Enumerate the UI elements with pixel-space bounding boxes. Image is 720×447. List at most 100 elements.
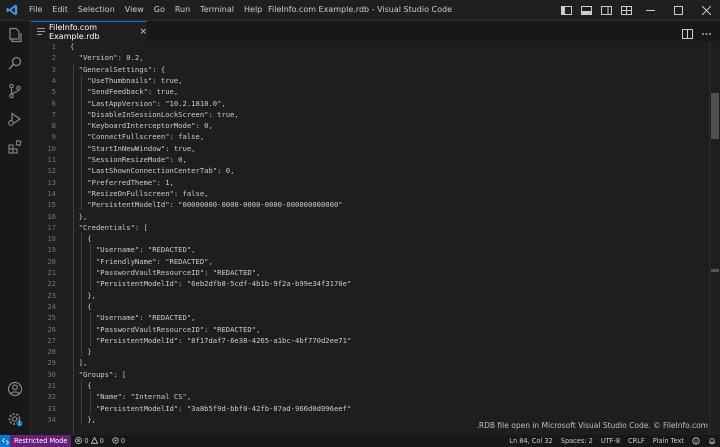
toggle-panel-icon[interactable]: [579, 3, 593, 17]
menu-selection[interactable]: Selection: [73, 0, 120, 20]
tab-fileinfo-example-rdb[interactable]: FileInfo.com Example.rdb ×: [31, 21, 147, 41]
code-line: 24 {: [31, 301, 91, 312]
menu-run[interactable]: Run: [170, 0, 195, 20]
activity-bar: 1: [0, 21, 31, 435]
tab-label: FileInfo.com Example.rdb: [49, 22, 100, 41]
line-number: 13: [47, 177, 56, 187]
error-icon: [75, 436, 83, 446]
code-line: 27 "PersistentModelId": "8f17daf7-6e38-4…: [31, 335, 351, 346]
line-text: "ResizeOnFullscreen": false,: [70, 188, 209, 198]
cursor-position[interactable]: Ln 84, Col 32: [505, 437, 557, 445]
minimize-icon[interactable]: [636, 0, 664, 20]
code-line: 4 "UseThumbnails": true,: [31, 75, 183, 86]
line-number: 24: [47, 301, 56, 311]
text-file-icon: [37, 27, 45, 38]
line-text: "Credentials": [: [70, 222, 148, 232]
encoding-setting[interactable]: UTF-8: [597, 437, 624, 445]
menu-terminal[interactable]: Terminal: [195, 0, 239, 20]
line-text: "Username": "REDACTED",: [70, 313, 196, 323]
notifications-bell-icon[interactable]: [704, 437, 720, 445]
ports-icon: [112, 436, 119, 446]
line-text: "PasswordVaultResourceID": "REDACTED",: [70, 268, 261, 277]
line-number: 18: [47, 234, 56, 244]
line-number: 20: [47, 256, 56, 266]
ports-indicator[interactable]: 0: [108, 436, 129, 446]
line-text: "ConnectFullscreen": false,: [70, 132, 205, 142]
indentation-setting[interactable]: Spaces: 2: [557, 437, 597, 445]
feedback-icon[interactable]: [688, 437, 704, 445]
line-text: "PasswordVaultResourceID": "REDACTED",: [70, 324, 261, 334]
menu-view[interactable]: View: [120, 0, 149, 20]
maximize-icon[interactable]: [664, 0, 692, 20]
manage-gear-icon[interactable]: 1: [0, 405, 30, 433]
line-text: "SessionResizeMode": 0,: [70, 155, 187, 164]
toggle-primary-sidebar-icon[interactable]: [559, 3, 573, 17]
language-mode[interactable]: Plain Text: [649, 437, 688, 445]
code-line: 7 "DisableInSessionLockScreen": true,: [31, 109, 239, 120]
menu-go[interactable]: Go: [149, 0, 170, 20]
error-count: 0: [84, 437, 89, 445]
line-number: 2: [51, 53, 56, 63]
tab-close-icon[interactable]: ×: [139, 27, 147, 37]
line-number: 29: [47, 358, 56, 368]
scrollbar-thumb[interactable]: [711, 93, 719, 139]
line-number: 30: [47, 369, 56, 379]
problems-indicator[interactable]: 0 0: [71, 436, 107, 446]
line-text: {: [70, 42, 75, 51]
code-line: 9 "ConnectFullscreen": false,: [31, 131, 204, 142]
line-text: "Username": "REDACTED",: [70, 245, 196, 255]
line-number: 34: [47, 414, 56, 424]
customize-layout-icon[interactable]: [619, 3, 633, 17]
vscode-logo-icon: [6, 4, 18, 16]
code-line: 14 "ResizeOnFullscreen": false,: [31, 188, 208, 199]
run-debug-icon[interactable]: [0, 105, 30, 133]
line-number: 33: [47, 403, 56, 413]
indent-guide: [81, 74, 83, 211]
code-line: 15 "PersistentModelId": "00000000-0000-0…: [31, 199, 342, 210]
line-number: 19: [47, 245, 56, 255]
close-window-icon[interactable]: [692, 0, 720, 20]
menu-file[interactable]: File: [24, 0, 47, 20]
line-number: 11: [47, 155, 56, 164]
menu-help[interactable]: Help: [239, 0, 267, 20]
watermark-caption: .RDB file open in Microsoft Visual Studi…: [476, 421, 708, 430]
code-line: 25 "Username": "REDACTED",: [31, 312, 195, 323]
menu-bar: File Edit Selection View Go Run Terminal…: [24, 0, 267, 20]
code-line: 21 "PasswordVaultResourceID": "REDACTED"…: [31, 267, 260, 278]
line-number: 17: [47, 222, 56, 232]
line-number: 1: [51, 42, 56, 51]
menu-edit[interactable]: Edit: [47, 0, 73, 20]
line-number: 12: [47, 166, 56, 176]
account-icon[interactable]: [0, 375, 30, 403]
ports-count: 0: [120, 437, 126, 445]
restricted-mode-indicator[interactable]: Restricted Mode: [10, 435, 72, 447]
code-editor[interactable]: 1{2 "Version": 0.2, 3 "GeneralSettings": …: [31, 41, 720, 435]
line-text: "DisableInSessionLockScreen": true,: [70, 109, 239, 119]
line-text: "Name": "Internal CS",: [70, 392, 192, 402]
code-line: 28 }: [31, 346, 91, 357]
line-number: 26: [47, 324, 56, 334]
code-line: 12 "LastShownConnectionCenterTab": 0,: [31, 165, 234, 176]
line-number: 22: [47, 279, 56, 289]
code-line: 6 "LastAppVersion": "10.2.1810.0",: [31, 98, 226, 109]
code-line: 23 },: [31, 290, 96, 301]
remote-indicator-icon[interactable]: [0, 435, 10, 447]
toggle-secondary-sidebar-icon[interactable]: [599, 3, 613, 17]
line-number: 6: [51, 98, 56, 108]
source-control-icon[interactable]: [0, 77, 30, 105]
extensions-icon[interactable]: [0, 133, 30, 161]
line-number: 15: [47, 200, 56, 210]
warning-icon: [90, 436, 98, 446]
line-text: "PersistentModelId": "6eb2dfb8-5cdf-4b1b…: [70, 279, 352, 289]
code-line: 1{: [31, 41, 75, 52]
eol-setting[interactable]: CRLF: [624, 437, 649, 445]
line-text: "UseThumbnails": true,: [70, 75, 183, 85]
search-icon[interactable]: [0, 49, 30, 77]
line-number: 8: [51, 121, 56, 131]
line-number: 10: [47, 143, 56, 153]
code-line: 3 "GeneralSettings": {: [31, 64, 166, 75]
line-number: 5: [51, 87, 56, 97]
explorer-icon[interactable]: [0, 21, 30, 49]
indent-guide: [90, 312, 92, 347]
vertical-scrollbar[interactable]: [709, 41, 720, 435]
